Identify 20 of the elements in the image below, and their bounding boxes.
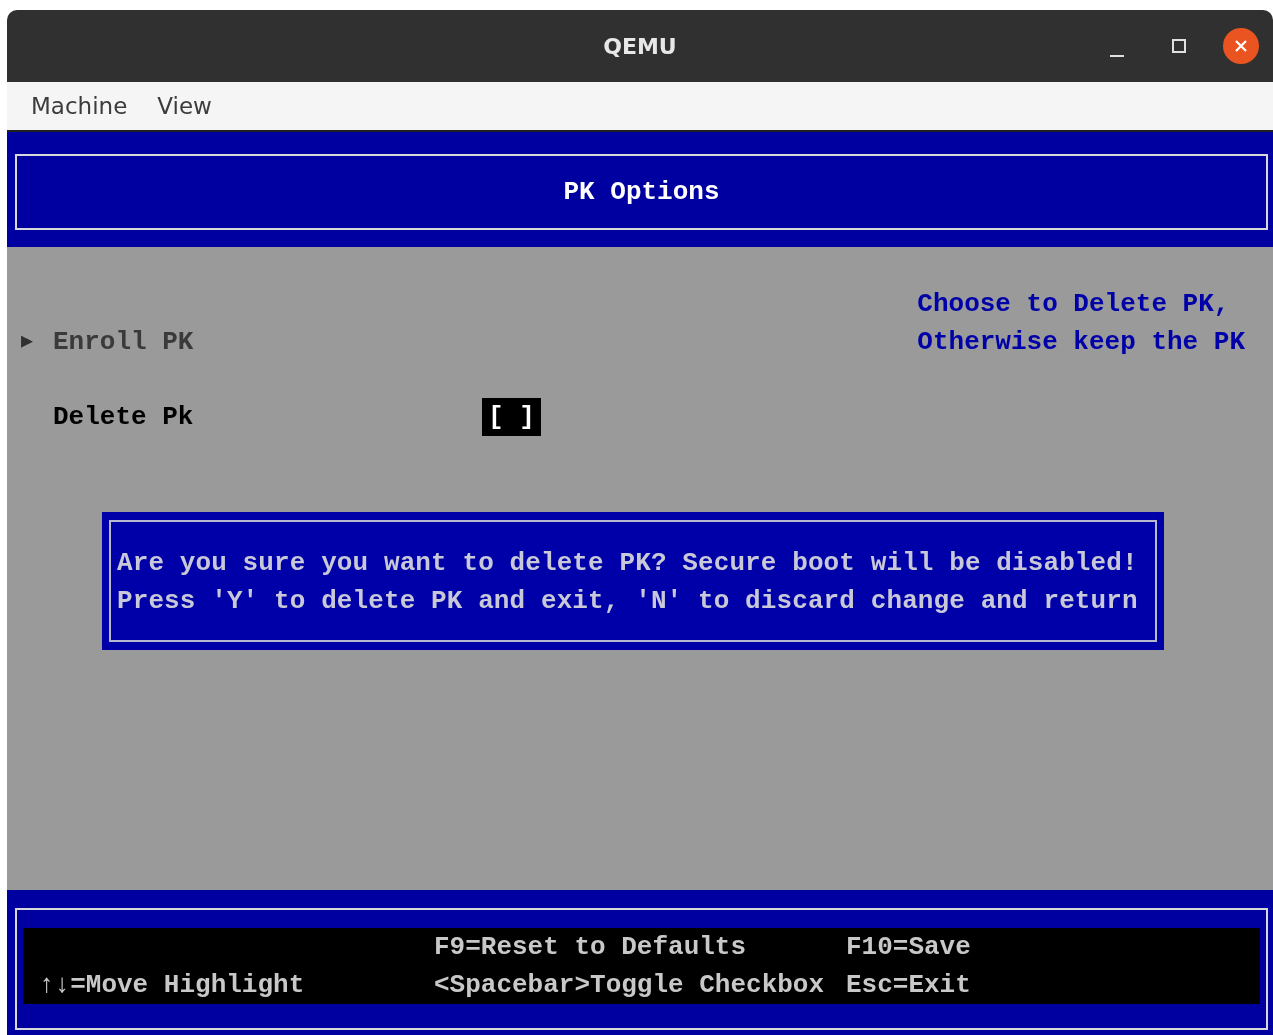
close-button[interactable] xyxy=(1223,28,1259,64)
dialog-message: Press 'Y' to delete PK and exit, 'N' to discard change and return xyxy=(117,585,1139,618)
checkbox[interactable]: [ ] xyxy=(482,398,541,436)
window-title: QEMU xyxy=(603,33,677,59)
menu-option[interactable]: Delete Pk xyxy=(53,398,482,436)
menu-item[interactable]: View xyxy=(149,93,220,119)
key-hint: F10=Save xyxy=(846,931,972,964)
minimize-icon xyxy=(1110,55,1124,57)
dialog-message: Are you sure you want to delete PK? Secure boot will be disabled! xyxy=(117,547,1139,580)
maximize-icon xyxy=(1171,38,1187,54)
help-text: Choose to Delete PK, xyxy=(917,288,1231,321)
submenu-marker: ▶ xyxy=(21,329,35,355)
close-icon xyxy=(1233,38,1249,54)
key-hint: Esc=Exit xyxy=(846,969,972,1002)
key-hint: ↑↓=Move Highlight xyxy=(39,969,306,1002)
help-text: Otherwise keep the PK xyxy=(917,326,1245,359)
key-hint: F9=Reset to Defaults xyxy=(434,931,748,964)
page-title: PK Options xyxy=(563,176,720,209)
menu-item[interactable]: Machine xyxy=(23,93,136,119)
key-hint: <Spacebar>Toggle Checkbox xyxy=(434,969,826,1002)
